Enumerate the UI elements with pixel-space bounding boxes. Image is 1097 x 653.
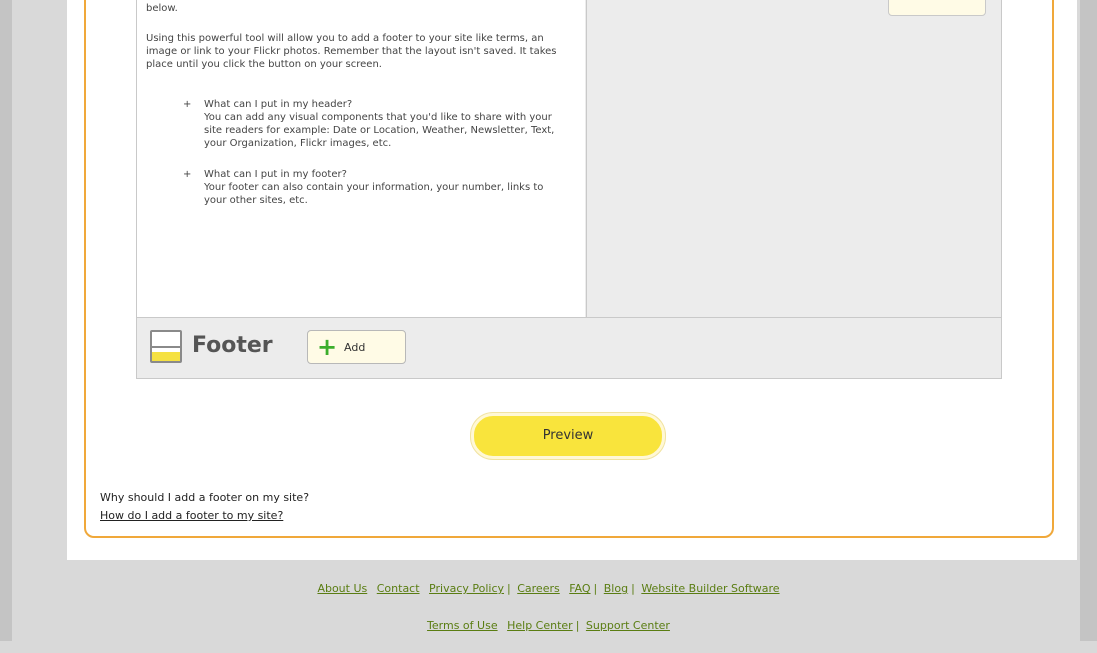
divider [137,317,1001,318]
bullet-question: What can I put in my header? [204,99,353,110]
bullet-answer: You can add any visual components that y… [204,112,555,149]
help-section: Why should I add a footer on my site? Ho… [100,489,309,525]
bullet-answer: Your footer can also contain your inform… [204,182,544,206]
add-button-label: Add [344,341,366,354]
footer-link[interactable]: Terms of Use [427,619,498,632]
footer-layout-icon [150,330,182,363]
footer-links-row-2: Terms of Use Help Center | Support Center [427,619,670,632]
footer-links-row-1: About Us Contact Privacy Policy | Careers… [317,582,780,595]
right-pane [586,0,1001,317]
footer-label: Footer [192,333,273,358]
footer-link[interactable]: Support Center [586,619,670,632]
plus-icon: + [317,333,338,361]
footer-link[interactable]: Careers [517,582,560,595]
help-question: Why should I add a footer on my site? [100,491,310,504]
footer-link[interactable]: Help Center [507,619,573,632]
right-scroll-edge [1080,0,1097,641]
left-edge [0,0,12,641]
add-footer-button[interactable]: + Add [307,330,406,364]
content-text: below. Using this powerful tool will all… [146,2,566,225]
list-item: + What can I put in my footer? Your foot… [146,168,566,207]
bullet-icon: + [183,99,192,110]
footer-link[interactable]: Privacy Policy [429,582,504,595]
preview-button[interactable]: Preview [471,413,665,459]
top-fragment: below. [146,3,178,14]
site-footer: About Us Contact Privacy Policy | Careers… [0,579,1097,653]
list-item: + What can I put in my header? You can a… [146,98,566,150]
bullet-icon: + [183,169,192,180]
bullet-question: What can I put in my footer? [204,169,347,180]
footer-link[interactable]: Website Builder Software [641,582,779,595]
footer-link[interactable]: FAQ [569,582,590,595]
intro-paragraph: Using this powerful tool will allow you … [146,33,557,70]
sidebar-add-button[interactable] [888,0,986,16]
footer-link[interactable]: Contact [377,582,420,595]
footer-link[interactable]: Blog [604,582,628,595]
help-link[interactable]: How do I add a footer to my site? [100,509,283,522]
footer-link[interactable]: About Us [317,582,367,595]
